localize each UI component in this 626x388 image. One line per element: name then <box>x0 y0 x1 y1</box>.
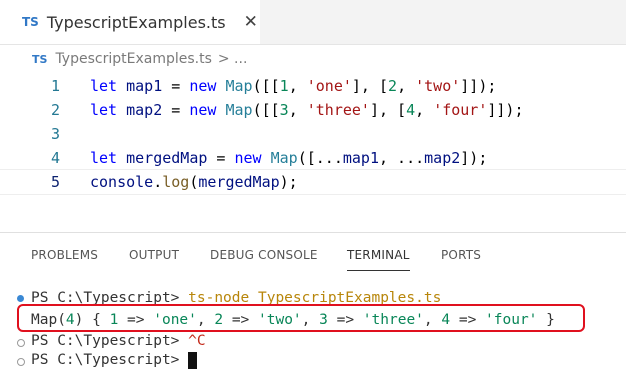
code-text: let map1 = new Map([[1, 'one'], [2, 'two… <box>90 77 497 95</box>
line-number: 1 <box>50 77 60 95</box>
typescript-file-icon: TS <box>22 15 39 29</box>
panel-divider <box>0 232 626 233</box>
tab-filename: TypescriptExamples.ts <box>46 12 226 32</box>
code-line-5[interactable]: 5 console.log(mergedMap); <box>0 169 626 195</box>
editor-tab-bar: TS TypescriptExamples.ts ✕ <box>0 0 626 45</box>
tab-output[interactable]: OUTPUT <box>129 240 179 270</box>
code-line-2[interactable]: 2 let map2 = new Map([[3, 'three'], [4, … <box>0 98 626 122</box>
breadcrumb-file[interactable]: TypescriptExamples.ts <box>55 51 211 67</box>
close-icon[interactable]: ✕ <box>244 12 258 32</box>
breadcrumb-more[interactable]: > ... <box>218 51 248 67</box>
typescript-file-icon: TS <box>32 52 48 66</box>
code-text: console.log(mergedMap); <box>90 173 298 191</box>
code-line-3[interactable]: 3 <box>0 122 626 146</box>
tab-typescript-examples[interactable]: TS TypescriptExamples.ts ✕ <box>0 0 260 44</box>
line-number: 2 <box>50 101 60 119</box>
terminal-cursor <box>188 351 198 369</box>
output-highlight-box <box>17 304 585 332</box>
line-number: 3 <box>50 125 60 143</box>
tab-debug-console[interactable]: DEBUG CONSOLE <box>210 240 318 270</box>
code-line-4[interactable]: 4 let mergedMap = new Map([...map1, ...m… <box>0 146 626 170</box>
command-dot-icon[interactable] <box>17 339 25 347</box>
command-dot-icon[interactable] <box>17 358 25 366</box>
terminal-line-current: PS C:\Typescript> <box>31 350 198 370</box>
code-text: let mergedMap = new Map([...map1, ...map… <box>90 149 488 167</box>
tab-problems[interactable]: PROBLEMS <box>31 240 98 270</box>
tab-terminal[interactable]: TERMINAL <box>347 240 410 271</box>
breadcrumb: TS TypescriptExamples.ts > ... <box>0 46 247 72</box>
code-text: let map2 = new Map([[3, 'three'], [4, 'f… <box>90 101 524 119</box>
command-success-dot-icon[interactable] <box>17 295 24 302</box>
tab-ports[interactable]: PORTS <box>441 240 481 270</box>
terminal-line-prompt: PS C:\Typescript> ^C <box>31 333 206 349</box>
line-number: 4 <box>50 149 60 167</box>
line-number: 5 <box>50 173 60 191</box>
code-line-1[interactable]: 1 let map1 = new Map([[1, 'one'], [2, 't… <box>0 74 626 98</box>
panel-tab-bar: PROBLEMS OUTPUT DEBUG CONSOLE TERMINAL P… <box>0 240 626 272</box>
